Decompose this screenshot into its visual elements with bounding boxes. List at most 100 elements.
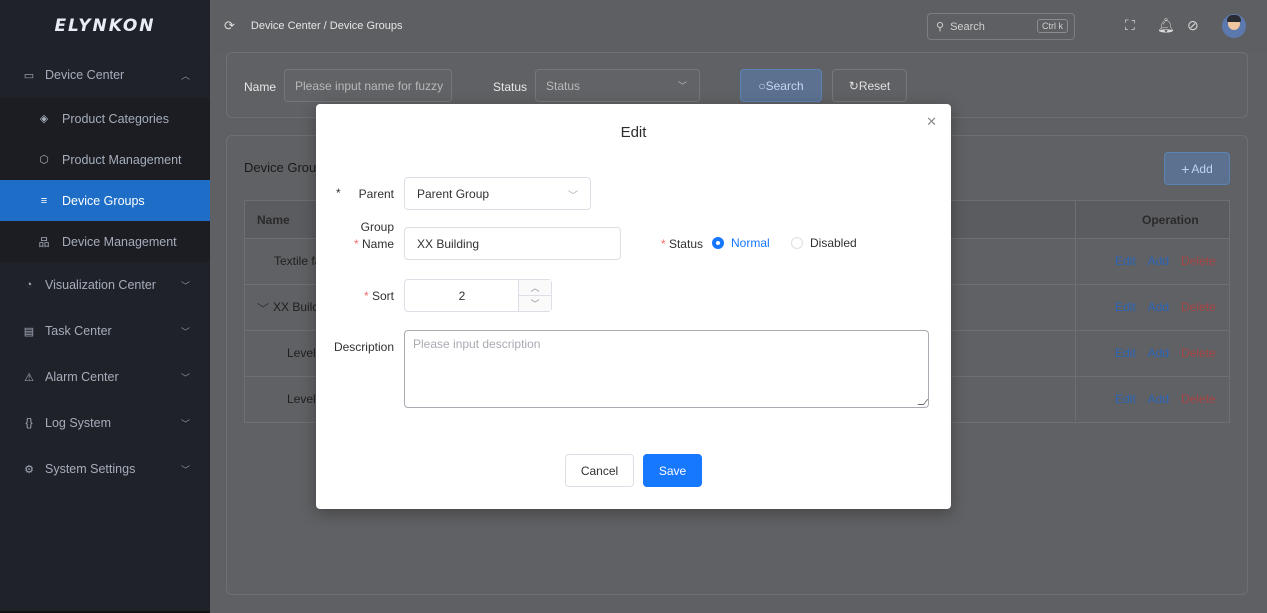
status-option-normal: Normal: [731, 236, 770, 250]
radio-dot: [791, 237, 803, 249]
chevron-down-icon[interactable]: ﹀: [519, 296, 551, 312]
sidebar-item-label: Product Management: [62, 152, 182, 167]
row-name: XX Build: [273, 300, 320, 314]
delete-link[interactable]: Delete: [1181, 346, 1216, 360]
shortcut-hint: Ctrl k: [1037, 19, 1068, 33]
status-label: * Status: [646, 237, 703, 251]
chevron-down-icon: ﹀: [677, 81, 687, 91]
edit-link[interactable]: Edit: [1115, 392, 1136, 406]
bell-icon[interactable]: 🔔︎: [1157, 17, 1175, 34]
required-mark: *: [336, 186, 341, 200]
reset-button[interactable]: ↻ Reset: [832, 69, 907, 102]
sidebar-item-device-management[interactable]: 品 Device Management: [0, 221, 210, 262]
sidebar-item-label: Visualization Center: [45, 278, 156, 292]
row-operations: Edit Add Delete: [1115, 300, 1216, 314]
add-link[interactable]: Add: [1148, 392, 1169, 406]
sidebar-item-label: Device Center: [45, 68, 125, 82]
column-divider: [1075, 200, 1076, 421]
row-operations: Edit Add Delete: [1115, 346, 1216, 360]
add-group-button[interactable]: + Add: [1164, 152, 1230, 185]
status-radio-disabled[interactable]: Disabled: [791, 236, 857, 250]
status-filter-label: Status: [493, 80, 528, 94]
sidebar-item-system-settings[interactable]: ⚙ System Settings ﹀: [0, 446, 210, 492]
sidebar-item-device-groups[interactable]: ≡ Device Groups: [0, 180, 210, 221]
description-textarea[interactable]: Please input description: [404, 330, 929, 408]
row-name: Textile fa: [274, 254, 322, 268]
sidebar-item-alarm-center[interactable]: ⚠ Alarm Center ﹀: [0, 354, 210, 400]
required-mark: *: [660, 237, 669, 251]
name-filter-placeholder: Please input name for fuzzy: [295, 78, 444, 93]
row-operations: Edit Add Delete: [1115, 254, 1216, 268]
avatar-hair: [1227, 15, 1241, 22]
reset-button-label: Reset: [858, 78, 891, 93]
status-filter-select[interactable]: Status ﹀: [535, 69, 700, 102]
delete-link[interactable]: Delete: [1181, 300, 1216, 314]
app-logo: ELYNKON: [54, 16, 156, 36]
chevron-up-icon[interactable]: ︿: [519, 280, 551, 296]
sidebar-item-label: System Settings: [45, 462, 136, 476]
chevron-down-icon: ﹀: [180, 372, 190, 383]
sidebar-item-product-categories[interactable]: ◈ Product Categories: [0, 98, 210, 139]
avatar[interactable]: [1222, 14, 1246, 38]
edit-link[interactable]: Edit: [1115, 346, 1136, 360]
sort-label-text: Sort: [371, 289, 394, 303]
edit-link[interactable]: Edit: [1115, 300, 1136, 314]
group-name-input[interactable]: XX Building: [404, 227, 621, 260]
stepper-controls: ︿ ﹀: [518, 280, 551, 311]
sort-label: * Sort: [346, 289, 394, 303]
save-button[interactable]: Save: [643, 454, 702, 487]
parent-label: Parent: [358, 187, 394, 201]
group-name-value: XX Building: [417, 236, 480, 251]
add-link[interactable]: Add: [1148, 300, 1169, 314]
sidebar-item-product-management[interactable]: ⬡ Product Management: [0, 139, 210, 180]
gear-icon: ⚙: [24, 463, 34, 476]
expand-chevron-icon[interactable]: ﹀: [257, 300, 269, 317]
add-link[interactable]: Add: [1148, 346, 1169, 360]
global-search-placeholder: Search: [950, 20, 985, 33]
chevron-down-icon: ﹀: [180, 326, 190, 337]
alarm-icon: ⚠: [24, 371, 34, 384]
edit-modal: Edit ✕ * Parent Parent Group ﹀ Group * N…: [316, 104, 951, 509]
add-link[interactable]: Add: [1148, 254, 1169, 268]
language-icon[interactable]: ⊘: [1187, 17, 1199, 34]
add-button-label: Add: [1191, 161, 1213, 176]
status-radio-normal[interactable]: Normal: [712, 236, 770, 250]
column-header-name: Name: [257, 213, 290, 227]
name-filter-input[interactable]: Please input name for fuzzy: [284, 69, 452, 102]
refresh-icon[interactable]: ⟳: [224, 18, 235, 34]
hierarchy-icon: 品: [38, 236, 50, 249]
sidebar-item-label: Alarm Center: [45, 370, 119, 384]
group-name-label-line1: Group: [360, 220, 394, 234]
parent-select-value: Parent Group: [417, 186, 490, 201]
calendar-icon: ▤: [23, 325, 35, 338]
search-button-label: Search: [765, 78, 804, 93]
table-title: Device Grou: [244, 160, 317, 175]
sidebar-item-device-center[interactable]: ▭ Device Center ︿: [0, 52, 210, 98]
sidebar-item-label: Log System: [45, 416, 112, 430]
resize-handle[interactable]: [917, 399, 929, 405]
sidebar-item-log-system[interactable]: {} Log System ﹀: [0, 400, 210, 446]
name-filter-label: Name: [244, 80, 277, 94]
delete-link[interactable]: Delete: [1181, 392, 1216, 406]
description-placeholder: Please input description: [413, 337, 541, 351]
status-filter-placeholder: Status: [546, 78, 581, 93]
row-name: Level: [287, 392, 316, 406]
fullscreen-icon[interactable]: ⛶: [1125, 17, 1135, 34]
sidebar-item-visualization-center[interactable]: ◔ Visualization Center ﹀: [0, 262, 210, 308]
list-icon: ≡: [40, 194, 48, 207]
close-icon[interactable]: ✕: [926, 114, 937, 130]
sidebar-item-task-center[interactable]: ▤ Task Center ﹀: [0, 308, 210, 354]
status-option-disabled: Disabled: [810, 236, 857, 250]
delete-link[interactable]: Delete: [1181, 254, 1216, 268]
sort-stepper[interactable]: 2 ︿ ﹀: [404, 279, 552, 312]
required-mark: *: [363, 289, 372, 303]
monitor-icon: ▭: [23, 69, 35, 82]
global-search[interactable]: ⚲ Search Ctrl k: [927, 13, 1075, 40]
parent-select[interactable]: Parent Group ﹀: [404, 177, 591, 210]
status-label-text: Status: [668, 237, 703, 251]
sidebar-item-label: Device Management: [62, 234, 177, 249]
edit-link[interactable]: Edit: [1115, 254, 1136, 268]
row-operations: Edit Add Delete: [1115, 392, 1216, 406]
search-button[interactable]: ○ Search: [740, 69, 822, 102]
cancel-button[interactable]: Cancel: [565, 454, 634, 487]
